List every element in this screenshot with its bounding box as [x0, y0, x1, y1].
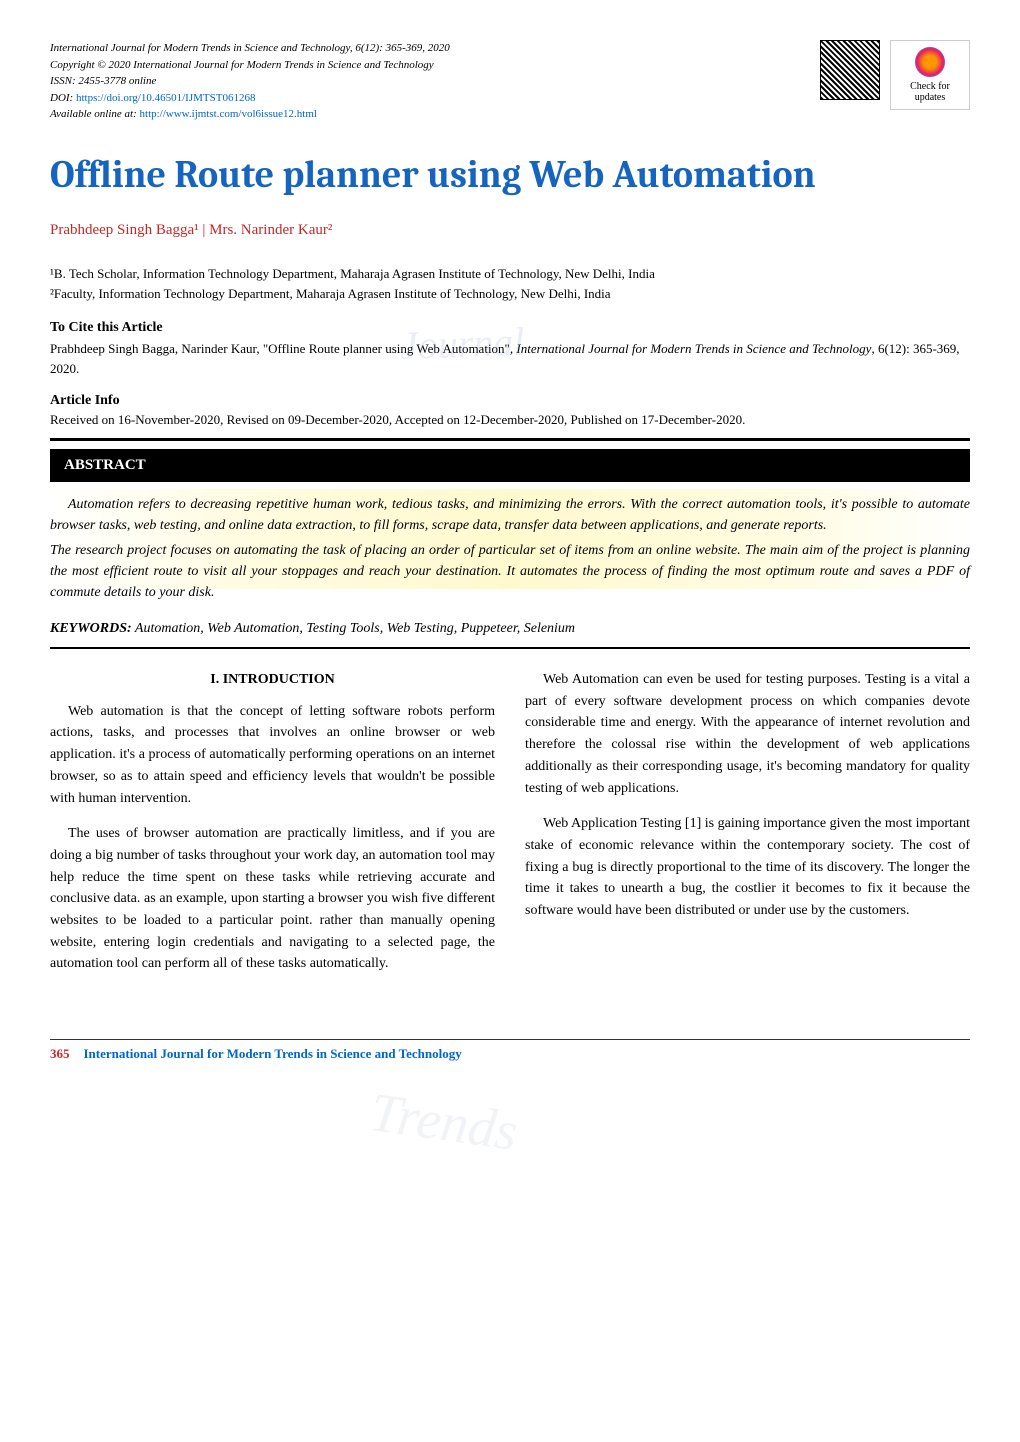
journal-name: International Journal for Modern Trends … — [50, 42, 353, 54]
affiliations: ¹B. Tech Scholar, Information Technology… — [50, 264, 970, 306]
footer-journal: International Journal for Modern Trends … — [84, 1046, 462, 1062]
available-label: Available online at: — [50, 108, 140, 120]
page-footer: 365 International Journal for Modern Tre… — [50, 1039, 970, 1062]
badge-line2: updates — [915, 92, 946, 103]
affiliation-1: ¹B. Tech Scholar, Information Technology… — [50, 264, 970, 285]
column-left: I. INTRODUCTION Web automation is that t… — [50, 669, 495, 989]
abstract-body: Automation refers to decreasing repetiti… — [50, 494, 970, 603]
crossmark-icon — [915, 47, 945, 77]
left-p1: Web automation is that the concept of le… — [50, 701, 495, 809]
check-updates-badge[interactable]: Check for updates — [890, 40, 970, 110]
cite-pre: Prabhdeep Singh Bagga, Narinder Kaur, "O… — [50, 341, 510, 356]
cite-journal: , International Journal for Modern Trend… — [510, 341, 872, 356]
paper-title: Offline Route planner using Web Automati… — [50, 153, 970, 197]
cite-heading: To Cite this Article — [50, 320, 970, 336]
keywords-text: Automation, Web Automation, Testing Tool… — [132, 621, 575, 636]
right-p1: Web Automation can even be used for test… — [525, 669, 970, 799]
abstract-p2: The research project focuses on automati… — [50, 540, 970, 603]
badge-line1: Check for — [910, 81, 950, 92]
copyright-line: Copyright © 2020 International Journal f… — [50, 57, 450, 74]
issn-line: ISSN: 2455-3778 online — [50, 73, 450, 90]
keywords-label: KEYWORDS: — [50, 621, 132, 636]
body-columns: I. INTRODUCTION Web automation is that t… — [50, 669, 970, 989]
author-list: Prabhdeep Singh Bagga¹ | Mrs. Narinder K… — [50, 222, 970, 239]
right-p2: Web Application Testing [1] is gaining i… — [525, 813, 970, 921]
page-header: International Journal for Modern Trends … — [50, 40, 970, 123]
doi-link[interactable]: https://doi.org/10.46501/IJMTST061268 — [76, 92, 255, 104]
cite-text: Prabhdeep Singh Bagga, Narinder Kaur, "O… — [50, 339, 970, 378]
column-right: Web Automation can even be used for test… — [525, 669, 970, 989]
watermark-text-2: Trends — [366, 1080, 521, 1163]
available-link[interactable]: http://www.ijmtst.com/vol6issue12.html — [140, 108, 317, 120]
doi-label: DOI: — [50, 92, 76, 104]
divider-top — [50, 438, 970, 441]
keywords-line: KEYWORDS: Automation, Web Automation, Te… — [50, 621, 970, 637]
abstract-heading: ABSTRACT — [50, 449, 970, 482]
qr-code-icon[interactable] — [820, 40, 880, 100]
abstract-p1: Automation refers to decreasing repetiti… — [50, 494, 970, 536]
section-heading-intro: I. INTRODUCTION — [50, 669, 495, 691]
divider-bottom — [50, 647, 970, 649]
header-badges: Check for updates — [820, 40, 970, 110]
left-p2: The uses of browser automation are pract… — [50, 823, 495, 975]
header-meta: International Journal for Modern Trends … — [50, 40, 450, 123]
issue-info: 6(12): 365-369, 2020 — [353, 42, 450, 54]
article-info-text: Received on 16-November-2020, Revised on… — [50, 412, 970, 428]
affiliation-2: ²Faculty, Information Technology Departm… — [50, 284, 970, 305]
page-number: 365 — [50, 1046, 70, 1062]
article-info-heading: Article Info — [50, 393, 970, 409]
